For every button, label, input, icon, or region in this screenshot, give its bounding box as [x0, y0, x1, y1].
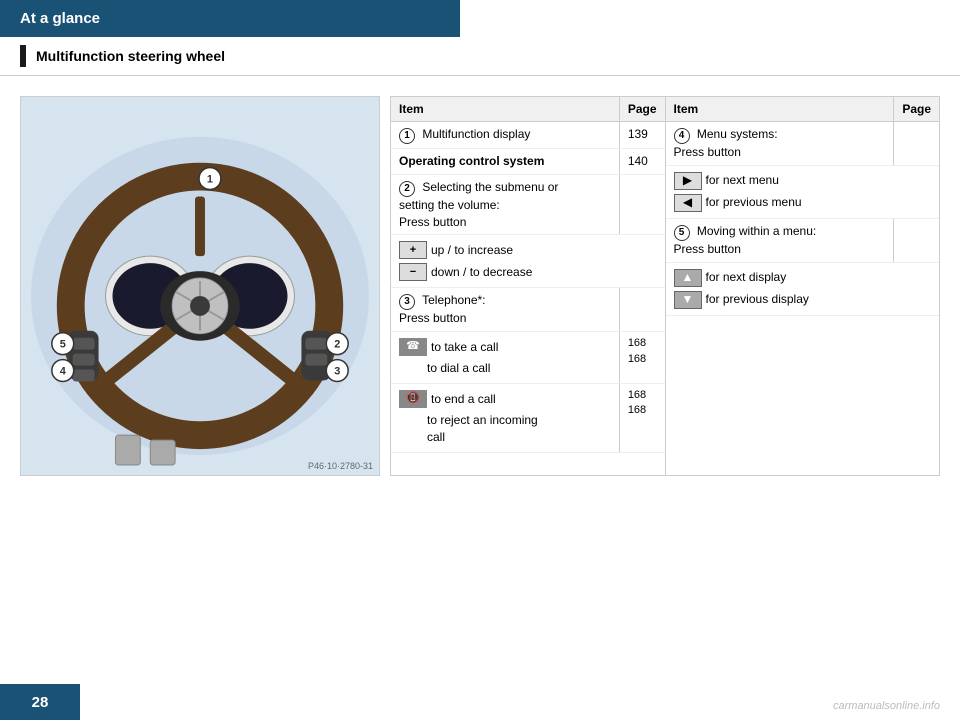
sub-row: − down / to decrease: [399, 261, 657, 283]
sub-label: to reject an incomingcall: [427, 412, 538, 446]
table-row: 3 Telephone*:Press button: [391, 288, 665, 332]
row-page: 168168: [619, 332, 664, 384]
plus-icon: +: [399, 241, 427, 259]
prev-display-icon: ▼: [674, 291, 702, 309]
row-page: [619, 174, 664, 235]
steering-wheel-image: 1 2 3 4 5 P46·10·2780-31: [20, 96, 380, 476]
row-number: 4: [674, 128, 690, 144]
row-item: ☎ to take a call to dial a call: [391, 332, 619, 384]
header-bar: At a glance: [0, 0, 460, 37]
sub-row: to dial a call: [399, 358, 611, 379]
row-item: ▲ for next display ▼ for previous displa…: [666, 262, 940, 315]
steering-wheel-svg: 1 2 3 4 5: [21, 97, 379, 475]
phone-end-icon: 📵: [399, 390, 427, 408]
photo-credit: P46·10·2780-31: [308, 461, 373, 471]
sub-row: ▼ for previous display: [674, 289, 932, 311]
row-item: + up / to increase − down / to decrease: [391, 235, 665, 288]
row-page: 168168: [619, 383, 664, 452]
sub-label: for next menu: [706, 172, 779, 189]
row-page: [894, 218, 939, 262]
page-footer: 28: [0, 684, 80, 720]
row-item: 3 Telephone*:Press button: [391, 288, 619, 332]
row-label: Multifunction display: [422, 127, 530, 141]
sub-label: for previous display: [706, 291, 809, 308]
sub-row: ☎ to take a call: [399, 336, 611, 358]
sub-row: + up / to increase: [399, 239, 657, 261]
subheader: Multifunction steering wheel: [0, 37, 960, 76]
table-row: ▶ for next menu ◀ for previous menu: [666, 165, 940, 218]
svg-text:3: 3: [334, 366, 340, 378]
row-page: [619, 288, 664, 332]
sub-row: ▲ for next display: [674, 267, 932, 289]
svg-text:1: 1: [207, 174, 213, 186]
right-table: Item Page 4 Menu systems:Press button: [666, 96, 941, 476]
row-item: 4 Menu systems:Press button: [666, 122, 894, 166]
row-item: 2 Selecting the submenu orsetting the vo…: [391, 174, 619, 235]
header-title: At a glance: [20, 10, 100, 27]
main-content: 1 2 3 4 5 P46·10·2780-31: [0, 86, 960, 486]
sub-label: to end a call: [431, 391, 496, 408]
row-item: 1 Multifunction display: [391, 122, 619, 149]
prev-menu-icon: ◀: [674, 194, 702, 212]
row-page: 140: [619, 149, 664, 175]
row-item: ▶ for next menu ◀ for previous menu: [666, 165, 940, 218]
row-page: 139: [619, 122, 664, 149]
row-label: Selecting the submenu orsetting the volu…: [399, 180, 558, 229]
svg-text:2: 2: [334, 339, 340, 351]
left-table-page-header: Page: [619, 97, 664, 122]
sub-row: to reject an incomingcall: [399, 410, 611, 448]
page-number: 28: [32, 694, 49, 711]
sub-label: for previous menu: [706, 194, 802, 211]
table-row: 2 Selecting the submenu orsetting the vo…: [391, 174, 665, 235]
row-number: 2: [399, 181, 415, 197]
right-table-item-header: Item: [666, 97, 894, 122]
table-row: ▲ for next display ▼ for previous displa…: [666, 262, 940, 315]
table-row: 1 Multifunction display 139: [391, 122, 665, 149]
right-table-page-header: Page: [894, 97, 939, 122]
sub-row: ◀ for previous menu: [674, 192, 932, 214]
row-number: 1: [399, 128, 415, 144]
sub-label: to take a call: [431, 339, 498, 356]
next-display-icon: ▲: [674, 269, 702, 287]
sub-row: ▶ for next menu: [674, 170, 932, 192]
subheader-title: Multifunction steering wheel: [36, 48, 225, 64]
sub-label: up / to increase: [431, 242, 513, 259]
table-row: 📵 to end a call to reject an incomingcal…: [391, 383, 665, 452]
table-row: + up / to increase − down / to decrease: [391, 235, 665, 288]
row-item: 📵 to end a call to reject an incomingcal…: [391, 383, 619, 452]
sub-label: for next display: [706, 269, 787, 286]
svg-text:4: 4: [60, 366, 67, 378]
row-number: 5: [674, 225, 690, 241]
sub-row: 📵 to end a call: [399, 388, 611, 410]
table-row: 5 Moving within a menu:Press button: [666, 218, 940, 262]
row-number: 3: [399, 294, 415, 310]
table-row: ☎ to take a call to dial a call 168168: [391, 332, 665, 384]
row-page: [894, 122, 939, 166]
left-table: Item Page 1 Multifunction display 139: [390, 96, 666, 476]
next-menu-icon: ▶: [674, 172, 702, 190]
sub-label: down / to decrease: [431, 264, 532, 281]
left-table-item-header: Item: [391, 97, 619, 122]
sub-label: to dial a call: [427, 360, 490, 377]
table-row: 4 Menu systems:Press button: [666, 122, 940, 166]
row-item: 5 Moving within a menu:Press button: [666, 218, 894, 262]
subheader-accent-bar: [20, 45, 26, 67]
minus-icon: −: [399, 263, 427, 281]
svg-text:5: 5: [60, 339, 66, 351]
row-label: Moving within a menu:Press button: [674, 224, 817, 256]
table-row: Operating control system 140: [391, 149, 665, 175]
tables-area: Item Page 1 Multifunction display 139: [390, 96, 940, 476]
row-item: Operating control system: [391, 149, 619, 175]
row-label-bold: Operating control system: [399, 154, 544, 168]
watermark: carmanualsonline.info: [833, 700, 940, 712]
phone-pick-icon: ☎: [399, 338, 427, 356]
